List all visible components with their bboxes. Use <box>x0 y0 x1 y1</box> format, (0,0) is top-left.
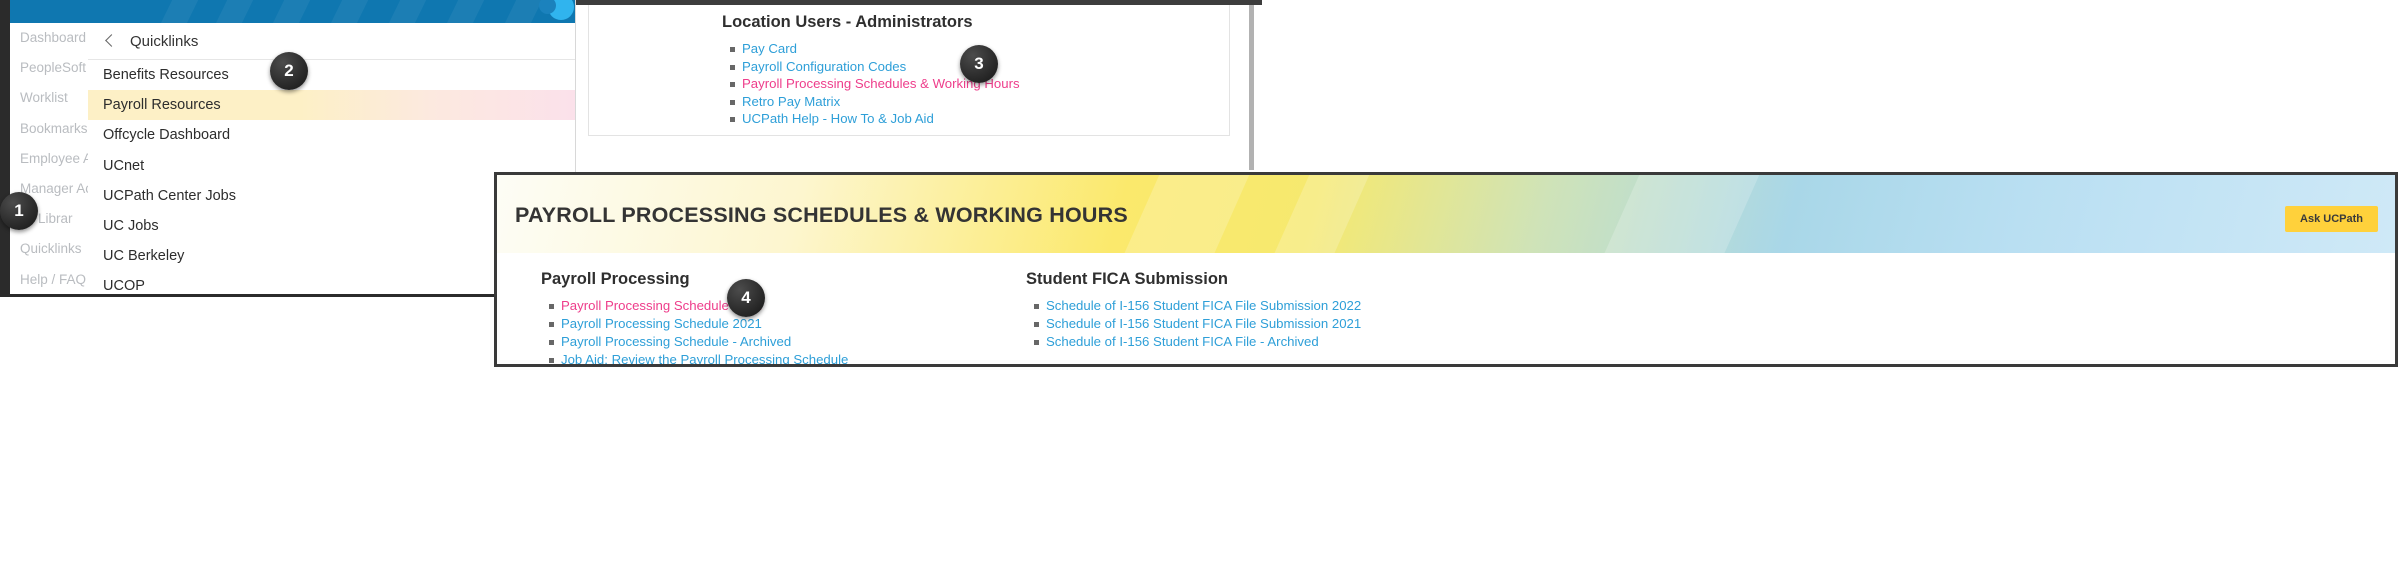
ask-ucpath-button[interactable]: Ask UCPath <box>2285 206 2378 232</box>
topbar-stripe <box>138 0 208 23</box>
column-heading-payroll-processing: Payroll Processing <box>541 270 690 288</box>
banner-sheen <box>1246 175 1388 253</box>
quicklink-item-offcycle-dashboard[interactable]: Offcycle Dashboard <box>88 120 592 150</box>
link-payroll-schedule-archived[interactable]: Payroll Processing Schedule - Archived <box>549 333 1026 351</box>
payroll-processing-panel: PAYROLL PROCESSING SCHEDULES & WORKING H… <box>494 172 2398 367</box>
page-title: PAYROLL PROCESSING SCHEDULES & WORKING H… <box>515 203 1128 227</box>
link-fica-submission-2022[interactable]: Schedule of I-156 Student FICA File Subm… <box>1034 297 1666 315</box>
location-users-title: Location Users - Administrators <box>722 13 973 31</box>
quicklinks-flyout-header: Quicklinks <box>88 23 592 60</box>
chevron-left-icon[interactable] <box>102 33 118 49</box>
payroll-page-body: Payroll Processing Payroll Processing Sc… <box>497 270 2395 364</box>
topbar-stripe <box>250 0 320 23</box>
topbar-stripe <box>366 0 436 23</box>
sidebar-item-help-faq[interactable]: Help / FAQ <box>10 265 88 295</box>
topbar-stripe <box>193 0 263 23</box>
search-icon[interactable] <box>539 0 574 20</box>
student-fica-column: Student FICA Submission Schedule of I-15… <box>1026 270 1666 364</box>
location-link-ucpath-help[interactable]: UCPath Help - How To & Job Aid <box>730 110 1229 128</box>
callout-badge-1: 1 <box>0 192 38 230</box>
link-payroll-schedule-2021[interactable]: Payroll Processing Schedule 2021 <box>549 315 1026 333</box>
link-fica-file-archived[interactable]: Schedule of I-156 Student FICA File - Ar… <box>1034 333 1666 351</box>
student-fica-link-list: Schedule of I-156 Student FICA File Subm… <box>1026 297 1666 351</box>
callout-badge-2: 2 <box>270 52 308 90</box>
sidebar-item-peoplesoft-menu[interactable]: PeopleSoft M <box>10 53 88 83</box>
sidebar-item-worklist[interactable]: Worklist <box>10 83 88 113</box>
location-users-panel: Location Users - Administrators Pay Card… <box>575 0 1262 172</box>
sidebar-item-employee-actions[interactable]: Employee Ac <box>10 144 88 174</box>
topbar-stripe <box>424 0 494 23</box>
app-topbar <box>10 0 592 23</box>
column-heading-student-fica: Student FICA Submission <box>1026 270 1228 288</box>
location-users-card: Location Users - Administrators Pay Card… <box>588 5 1230 136</box>
link-payroll-schedule-2022[interactable]: Payroll Processing Schedule 2022 <box>549 297 1026 315</box>
callout-badge-4: 4 <box>727 279 765 317</box>
screenshot-stage: Dashboard PeopleSoft M Worklist Bookmark… <box>0 0 2398 570</box>
quicklink-item-payroll-resources[interactable]: Payroll Resources <box>88 90 592 121</box>
quicklink-item-benefits-resources[interactable]: Benefits Resources <box>88 60 592 90</box>
sidebar-item-quicklinks[interactable]: Quicklinks <box>10 234 88 264</box>
link-job-aid-review-payroll-schedule[interactable]: Job Aid: Review the Payroll Processing S… <box>549 351 1026 364</box>
sidebar-item-dashboard[interactable]: Dashboard <box>10 23 88 53</box>
vertical-scrollbar[interactable] <box>1249 5 1254 170</box>
background-navigation-list: Dashboard PeopleSoft M Worklist Bookmark… <box>10 23 89 294</box>
sidebar-item-bookmarks[interactable]: Bookmarks <box>10 114 88 144</box>
payroll-processing-column: Payroll Processing Payroll Processing Sc… <box>541 270 1026 364</box>
location-link-retro-pay-matrix[interactable]: Retro Pay Matrix <box>730 93 1229 111</box>
callout-badge-3: 3 <box>960 45 998 83</box>
link-fica-submission-2021[interactable]: Schedule of I-156 Student FICA File Subm… <box>1034 315 1666 333</box>
payroll-page-banner: PAYROLL PROCESSING SCHEDULES & WORKING H… <box>497 175 2395 253</box>
payroll-processing-link-list: Payroll Processing Schedule 2022 Payroll… <box>541 297 1026 364</box>
quicklinks-flyout-title: Quicklinks <box>130 32 199 50</box>
topbar-stripe <box>308 0 378 23</box>
banner-sheen <box>1576 175 1778 253</box>
